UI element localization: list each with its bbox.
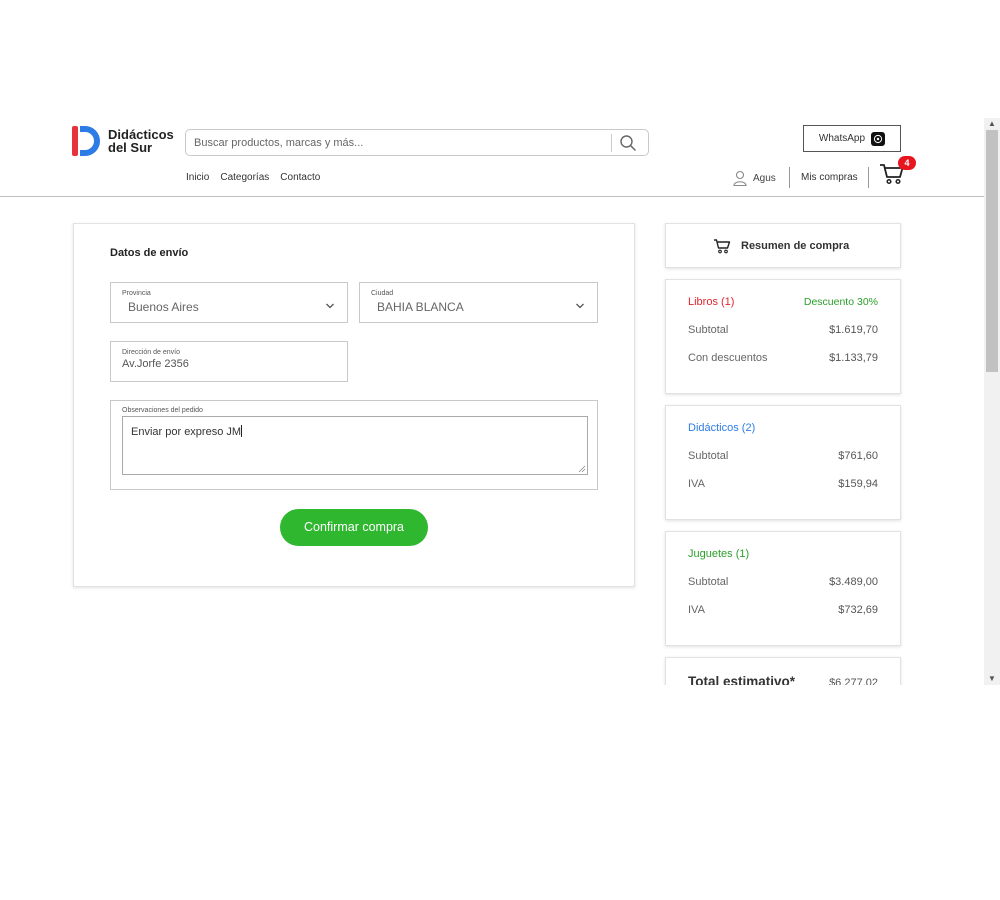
libros-title: Libros (1) (688, 296, 735, 308)
search-button[interactable] (618, 133, 640, 153)
didacticos-title: Didácticos (2) (688, 422, 756, 434)
text-cursor (241, 425, 243, 437)
observaciones-group: Observaciones del pedido Enviar por expr… (110, 400, 598, 490)
summary-didacticos-card: Didácticos (2) Subtotal $761,60 IVA $159… (665, 405, 901, 520)
form-title: Datos de envío (110, 247, 189, 259)
libros-subtotal-value: $1.619,70 (829, 324, 878, 336)
site-logo[interactable]: Didácticos del Sur (72, 126, 174, 156)
observaciones-value: Enviar por expreso JM (131, 426, 242, 438)
didacticos-iva-label: IVA (688, 478, 705, 490)
whatsapp-button[interactable]: WhatsApp (803, 125, 901, 152)
scroll-up-icon[interactable]: ▲ (984, 118, 1000, 130)
juguetes-subtotal-value: $3.489,00 (829, 576, 878, 588)
summary-juguetes-card: Juguetes (1) Subtotal $3.489,00 IVA $732… (665, 531, 901, 646)
direccion-value: Av.Jorfe 2356 (122, 358, 189, 370)
divider (789, 167, 790, 188)
search-input[interactable] (194, 134, 604, 152)
ciudad-label: Ciudad (371, 290, 394, 297)
provincia-label: Provincia (122, 290, 151, 297)
juguetes-title: Juguetes (1) (688, 548, 750, 560)
header-divider (0, 196, 984, 197)
juguetes-iva-label: IVA (688, 604, 705, 616)
summary-libros-card: Libros (1) Descuento 30% Subtotal $1.619… (665, 279, 901, 394)
observaciones-textarea[interactable]: Enviar por expreso JM (122, 416, 588, 475)
search-bar (185, 129, 649, 156)
provincia-select[interactable]: Provincia Buenos Aires (110, 282, 348, 323)
confirm-purchase-button[interactable]: Confirmar compra (280, 509, 428, 546)
summary-title: Resumen de compra (741, 240, 850, 252)
nav-inicio[interactable]: Inicio (186, 172, 209, 183)
search-divider (611, 134, 612, 152)
summary-header-card: Resumen de compra (665, 223, 901, 268)
libros-subtotal-label: Subtotal (688, 324, 729, 336)
whatsapp-label: WhatsApp (818, 133, 866, 144)
provincia-value: Buenos Aires (128, 300, 199, 314)
libros-con-descuento-label: Con descuentos (688, 352, 768, 364)
main-nav: Inicio Categorías Contacto (186, 172, 320, 183)
scrollbar-thumb[interactable] (986, 130, 998, 372)
cart-icon (714, 239, 731, 254)
search-icon (620, 135, 636, 151)
nav-categorias[interactable]: Categorías (220, 172, 269, 183)
direccion-field[interactable]: Dirección de envío Av.Jorfe 2356 (110, 341, 348, 382)
didacticos-subtotal-value: $761,60 (838, 450, 878, 462)
juguetes-subtotal-label: Subtotal (688, 576, 729, 588)
page-viewport: Didácticos del Sur WhatsApp Inicio Categ… (0, 118, 1000, 685)
whatsapp-icon (871, 131, 886, 146)
total-value: $6.277,02 (829, 677, 878, 685)
libros-discount-badge: Descuento 30% (803, 296, 878, 308)
chevron-down-icon (326, 303, 334, 309)
observaciones-label: Observaciones del pedido (122, 407, 203, 414)
resize-handle-icon[interactable] (578, 465, 586, 473)
ciudad-select[interactable]: Ciudad BAHIA BLANCA (359, 282, 598, 323)
libros-con-descuento-value: $1.133,79 (829, 352, 878, 364)
didacticos-iva-value: $159,94 (838, 478, 878, 490)
page-scrollbar[interactable]: ▲ ▼ (984, 118, 1000, 685)
cart-count-badge: 4 (898, 156, 916, 170)
divider (868, 167, 869, 188)
logo-text: Didácticos del Sur (108, 128, 174, 154)
total-label: Total estimativo* (688, 674, 796, 685)
user-account-link[interactable]: Agus (733, 170, 776, 186)
shipping-form-card: Datos de envío Provincia Buenos Aires Ci… (73, 223, 635, 587)
logo-line2: del Sur (108, 140, 153, 155)
observaciones-text-wrap: Enviar por expreso JM (131, 425, 243, 438)
logo-mark-icon (72, 126, 100, 156)
summary-total-card: Total estimativo* $6.277,02 (665, 657, 901, 685)
scroll-down-icon[interactable]: ▼ (984, 673, 1000, 685)
summary-header: Resumen de compra (713, 238, 849, 254)
nav-contacto[interactable]: Contacto (280, 172, 320, 183)
juguetes-iva-value: $732,69 (838, 604, 878, 616)
mis-compras-link[interactable]: Mis compras (801, 172, 858, 183)
ciudad-value: BAHIA BLANCA (377, 300, 464, 314)
user-icon (733, 170, 747, 186)
chevron-down-icon (576, 303, 584, 309)
user-name: Agus (753, 172, 776, 184)
direccion-label: Dirección de envío (122, 349, 180, 356)
didacticos-subtotal-label: Subtotal (688, 450, 729, 462)
